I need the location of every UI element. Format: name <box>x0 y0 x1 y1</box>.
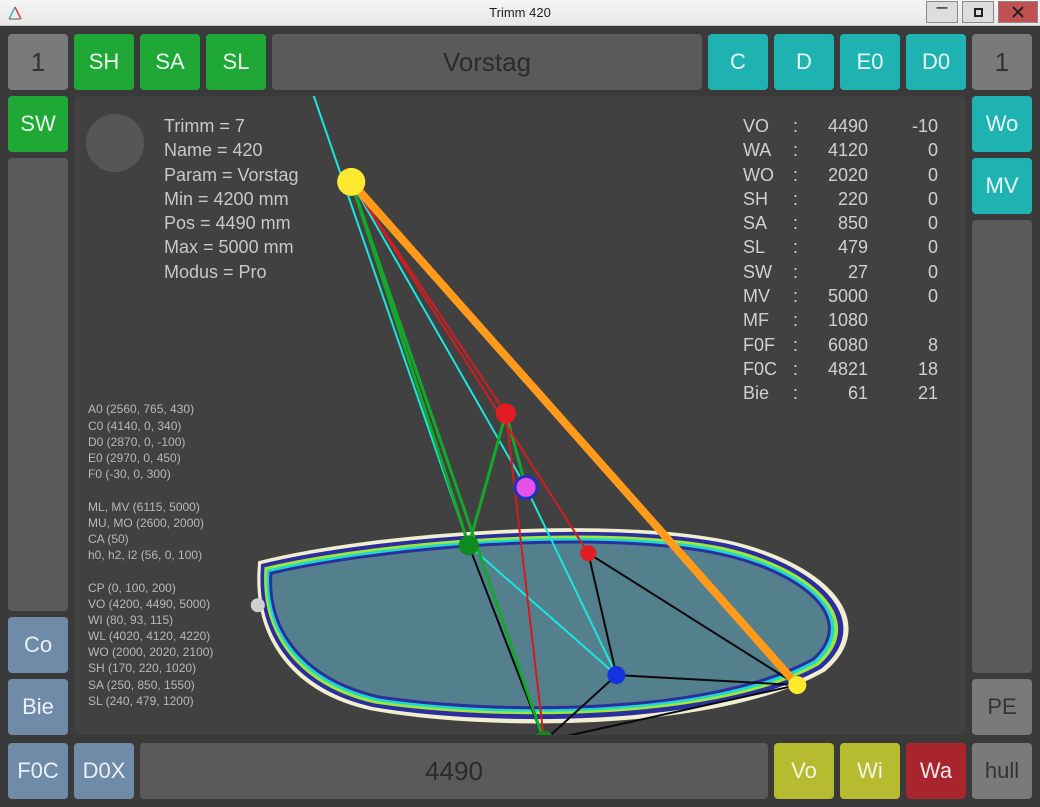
right-button-wo[interactable]: Wo <box>972 96 1032 152</box>
app-body: 1 SH SA SL Vorstag C D E0 D0 1 SW Co Bie… <box>0 26 1040 807</box>
left-slider-track[interactable] <box>8 158 68 611</box>
drawing-canvas[interactable]: Trimm = 7 Name = 420 Param = Vorstag Min… <box>74 96 966 735</box>
top-button-sh[interactable]: SH <box>74 34 134 90</box>
top-button-d[interactable]: D <box>774 34 834 90</box>
bottom-button-vo[interactable]: Vo <box>774 743 834 799</box>
info-panel-left: Trimm = 7 Name = 420 Param = Vorstag Min… <box>164 114 299 284</box>
bottom-toolbar: F0C D0X 4490 Vo Wi Wa hull <box>8 743 1032 799</box>
maximize-button[interactable] <box>962 1 994 23</box>
minimize-button[interactable]: — <box>926 1 958 23</box>
left-button-bie[interactable]: Bie <box>8 679 68 735</box>
bottom-button-f0c[interactable]: F0C <box>8 743 68 799</box>
close-button[interactable] <box>998 1 1038 23</box>
bottom-button-d0x[interactable]: D0X <box>74 743 134 799</box>
window-title: Trimm 420 <box>489 5 551 20</box>
bottom-button-wa[interactable]: Wa <box>906 743 966 799</box>
left-button-co[interactable]: Co <box>8 617 68 673</box>
right-button-pe[interactable]: PE <box>972 679 1032 735</box>
info-panel-right: VO:4490-10WA:41200WO:20200SH:2200SA:8500… <box>735 114 946 406</box>
top-button-c[interactable]: C <box>708 34 768 90</box>
info-coords-panel: A0 (2560, 765, 430) C0 (4140, 0, 340) D0… <box>88 401 213 709</box>
top-button-sl[interactable]: SL <box>206 34 266 90</box>
top-right-corner-button[interactable]: 1 <box>972 34 1032 90</box>
top-toolbar: 1 SH SA SL Vorstag C D E0 D0 1 <box>8 34 1032 90</box>
top-button-sa[interactable]: SA <box>140 34 200 90</box>
top-left-corner-button[interactable]: 1 <box>8 34 68 90</box>
right-button-mv[interactable]: MV <box>972 158 1032 214</box>
top-param-display[interactable]: Vorstag <box>272 34 702 90</box>
right-slider-track[interactable] <box>972 220 1032 673</box>
app-icon <box>6 4 24 22</box>
bottom-button-wi[interactable]: Wi <box>840 743 900 799</box>
right-toolbar: Wo MV PE <box>972 96 1032 735</box>
bottom-button-hull[interactable]: hull <box>972 743 1032 799</box>
top-button-e0[interactable]: E0 <box>840 34 900 90</box>
bottom-value-display[interactable]: 4490 <box>140 743 768 799</box>
left-toolbar: SW Co Bie <box>8 96 68 735</box>
window-titlebar: Trimm 420 — <box>0 0 1040 26</box>
left-button-sw[interactable]: SW <box>8 96 68 152</box>
top-button-d0[interactable]: D0 <box>906 34 966 90</box>
